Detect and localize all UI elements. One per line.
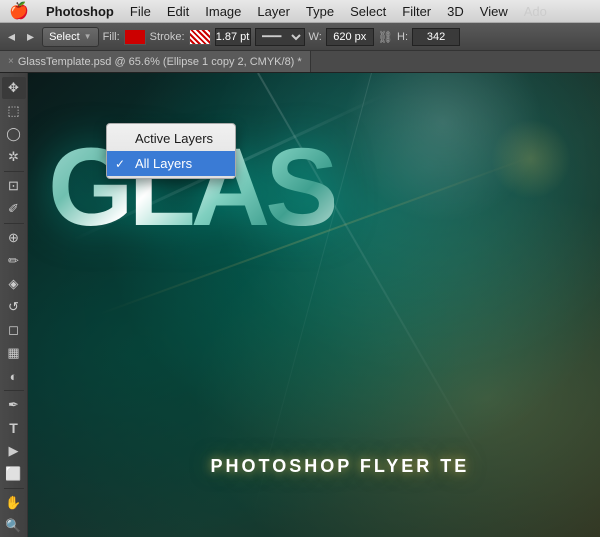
dropdown-item-all-layers[interactable]: ✓ All Layers [107,151,235,176]
fill-color-box[interactable] [124,29,146,45]
marquee-tool[interactable]: ⬚ [2,100,26,122]
w-label: W: [309,31,322,43]
tab-close-icon[interactable]: × [8,56,14,67]
stamp-tool[interactable]: ◈ [2,273,26,295]
chain-link-icon: ⛓ [378,30,393,44]
all-layers-label: All Layers [135,156,192,171]
stroke-pt-input[interactable] [215,28,251,46]
tool-separator-3 [4,390,24,391]
menu-edit[interactable]: Edit [159,0,197,22]
main-area: ✥ ⬚ ◯ ✲ ⊡ ✐ ⊕ ✏ ◈ ↺ ◻ ▦ ◐ ✒ T ▶ ⬜ ✋ 🔍 [0,73,600,537]
h-label: H: [397,31,408,43]
ado-label: Ado [516,4,547,19]
select-dropdown[interactable]: Select ▼ [42,27,99,47]
menu-file[interactable]: File [122,0,159,22]
canvas-area: GLAS PHOTOSHOP FLYER TE Active Layers ✓ … [28,73,600,537]
menu-filter[interactable]: Filter [394,0,439,22]
eyedropper-tool[interactable]: ✐ [2,198,26,220]
toolbar: ◂ ▸ Select ▼ Fill: Stroke: ━━━ W: ⛓ H: [0,23,600,51]
flyer-subtitle-text: PHOTOSHOP FLYER TE [211,456,470,477]
eraser-tool[interactable]: ◻ [2,319,26,341]
history-brush-tool[interactable]: ↺ [2,296,26,318]
apple-icon: 🍎 [9,1,29,21]
path-selection-tool[interactable]: ▶ [2,440,26,462]
pen-tool[interactable]: ✒ [2,394,26,416]
check-icon-active-layers [115,132,129,146]
tool-separator-1 [4,171,24,172]
dropdown-item-active-layers[interactable]: Active Layers [107,126,235,151]
toolbar-back-arrow[interactable]: ◂ [4,26,19,47]
tab-title: GlassTemplate.psd @ 65.6% (Ellipse 1 cop… [18,56,302,68]
tabbar: × GlassTemplate.psd @ 65.6% (Ellipse 1 c… [0,51,600,73]
dropdown-arrow-icon: ▼ [84,32,92,41]
gradient-tool[interactable]: ▦ [2,342,26,364]
document-tab[interactable]: × GlassTemplate.psd @ 65.6% (Ellipse 1 c… [0,51,311,72]
crop-tool[interactable]: ⊡ [2,175,26,197]
tool-separator-2 [4,223,24,224]
shape-tool[interactable]: ⬜ [2,463,26,485]
left-toolbar: ✥ ⬚ ◯ ✲ ⊡ ✐ ⊕ ✏ ◈ ↺ ◻ ▦ ◐ ✒ T ▶ ⬜ ✋ 🔍 [0,73,28,537]
menu-layer[interactable]: Layer [249,0,298,22]
apple-menu[interactable]: 🍎 [0,1,38,21]
stroke-type-select[interactable]: ━━━ [255,28,305,46]
menu-view[interactable]: View [472,0,516,22]
w-input[interactable] [326,28,374,46]
tool-separator-4 [4,488,24,489]
h-input[interactable] [412,28,460,46]
magic-wand-tool[interactable]: ✲ [2,146,26,168]
fill-label: Fill: [103,31,120,43]
move-tool[interactable]: ✥ [2,77,26,99]
toolbar-forward-arrow[interactable]: ▸ [23,26,38,47]
check-icon-all-layers: ✓ [115,157,129,171]
heal-tool[interactable]: ⊕ [2,227,26,249]
menu-3d[interactable]: 3D [439,0,472,22]
app-name[interactable]: Photoshop [38,0,122,22]
type-tool[interactable]: T [2,417,26,439]
brush-tool[interactable]: ✏ [2,250,26,272]
blur-tool[interactable]: ◐ [2,365,26,387]
stroke-label: Stroke: [150,31,185,43]
menu-type[interactable]: Type [298,0,342,22]
active-layers-label: Active Layers [135,131,213,146]
menu-select[interactable]: Select [342,0,394,22]
hand-tool[interactable]: ✋ [2,492,26,514]
layers-dropdown-menu: Active Layers ✓ All Layers [106,123,236,179]
select-dropdown-label: Select [49,31,80,43]
menu-image[interactable]: Image [197,0,249,22]
stroke-color-box[interactable] [189,29,211,45]
menubar: 🍎 Photoshop File Edit Image Layer Type S… [0,0,600,23]
lasso-tool[interactable]: ◯ [2,123,26,145]
zoom-tool[interactable]: 🔍 [2,515,26,537]
